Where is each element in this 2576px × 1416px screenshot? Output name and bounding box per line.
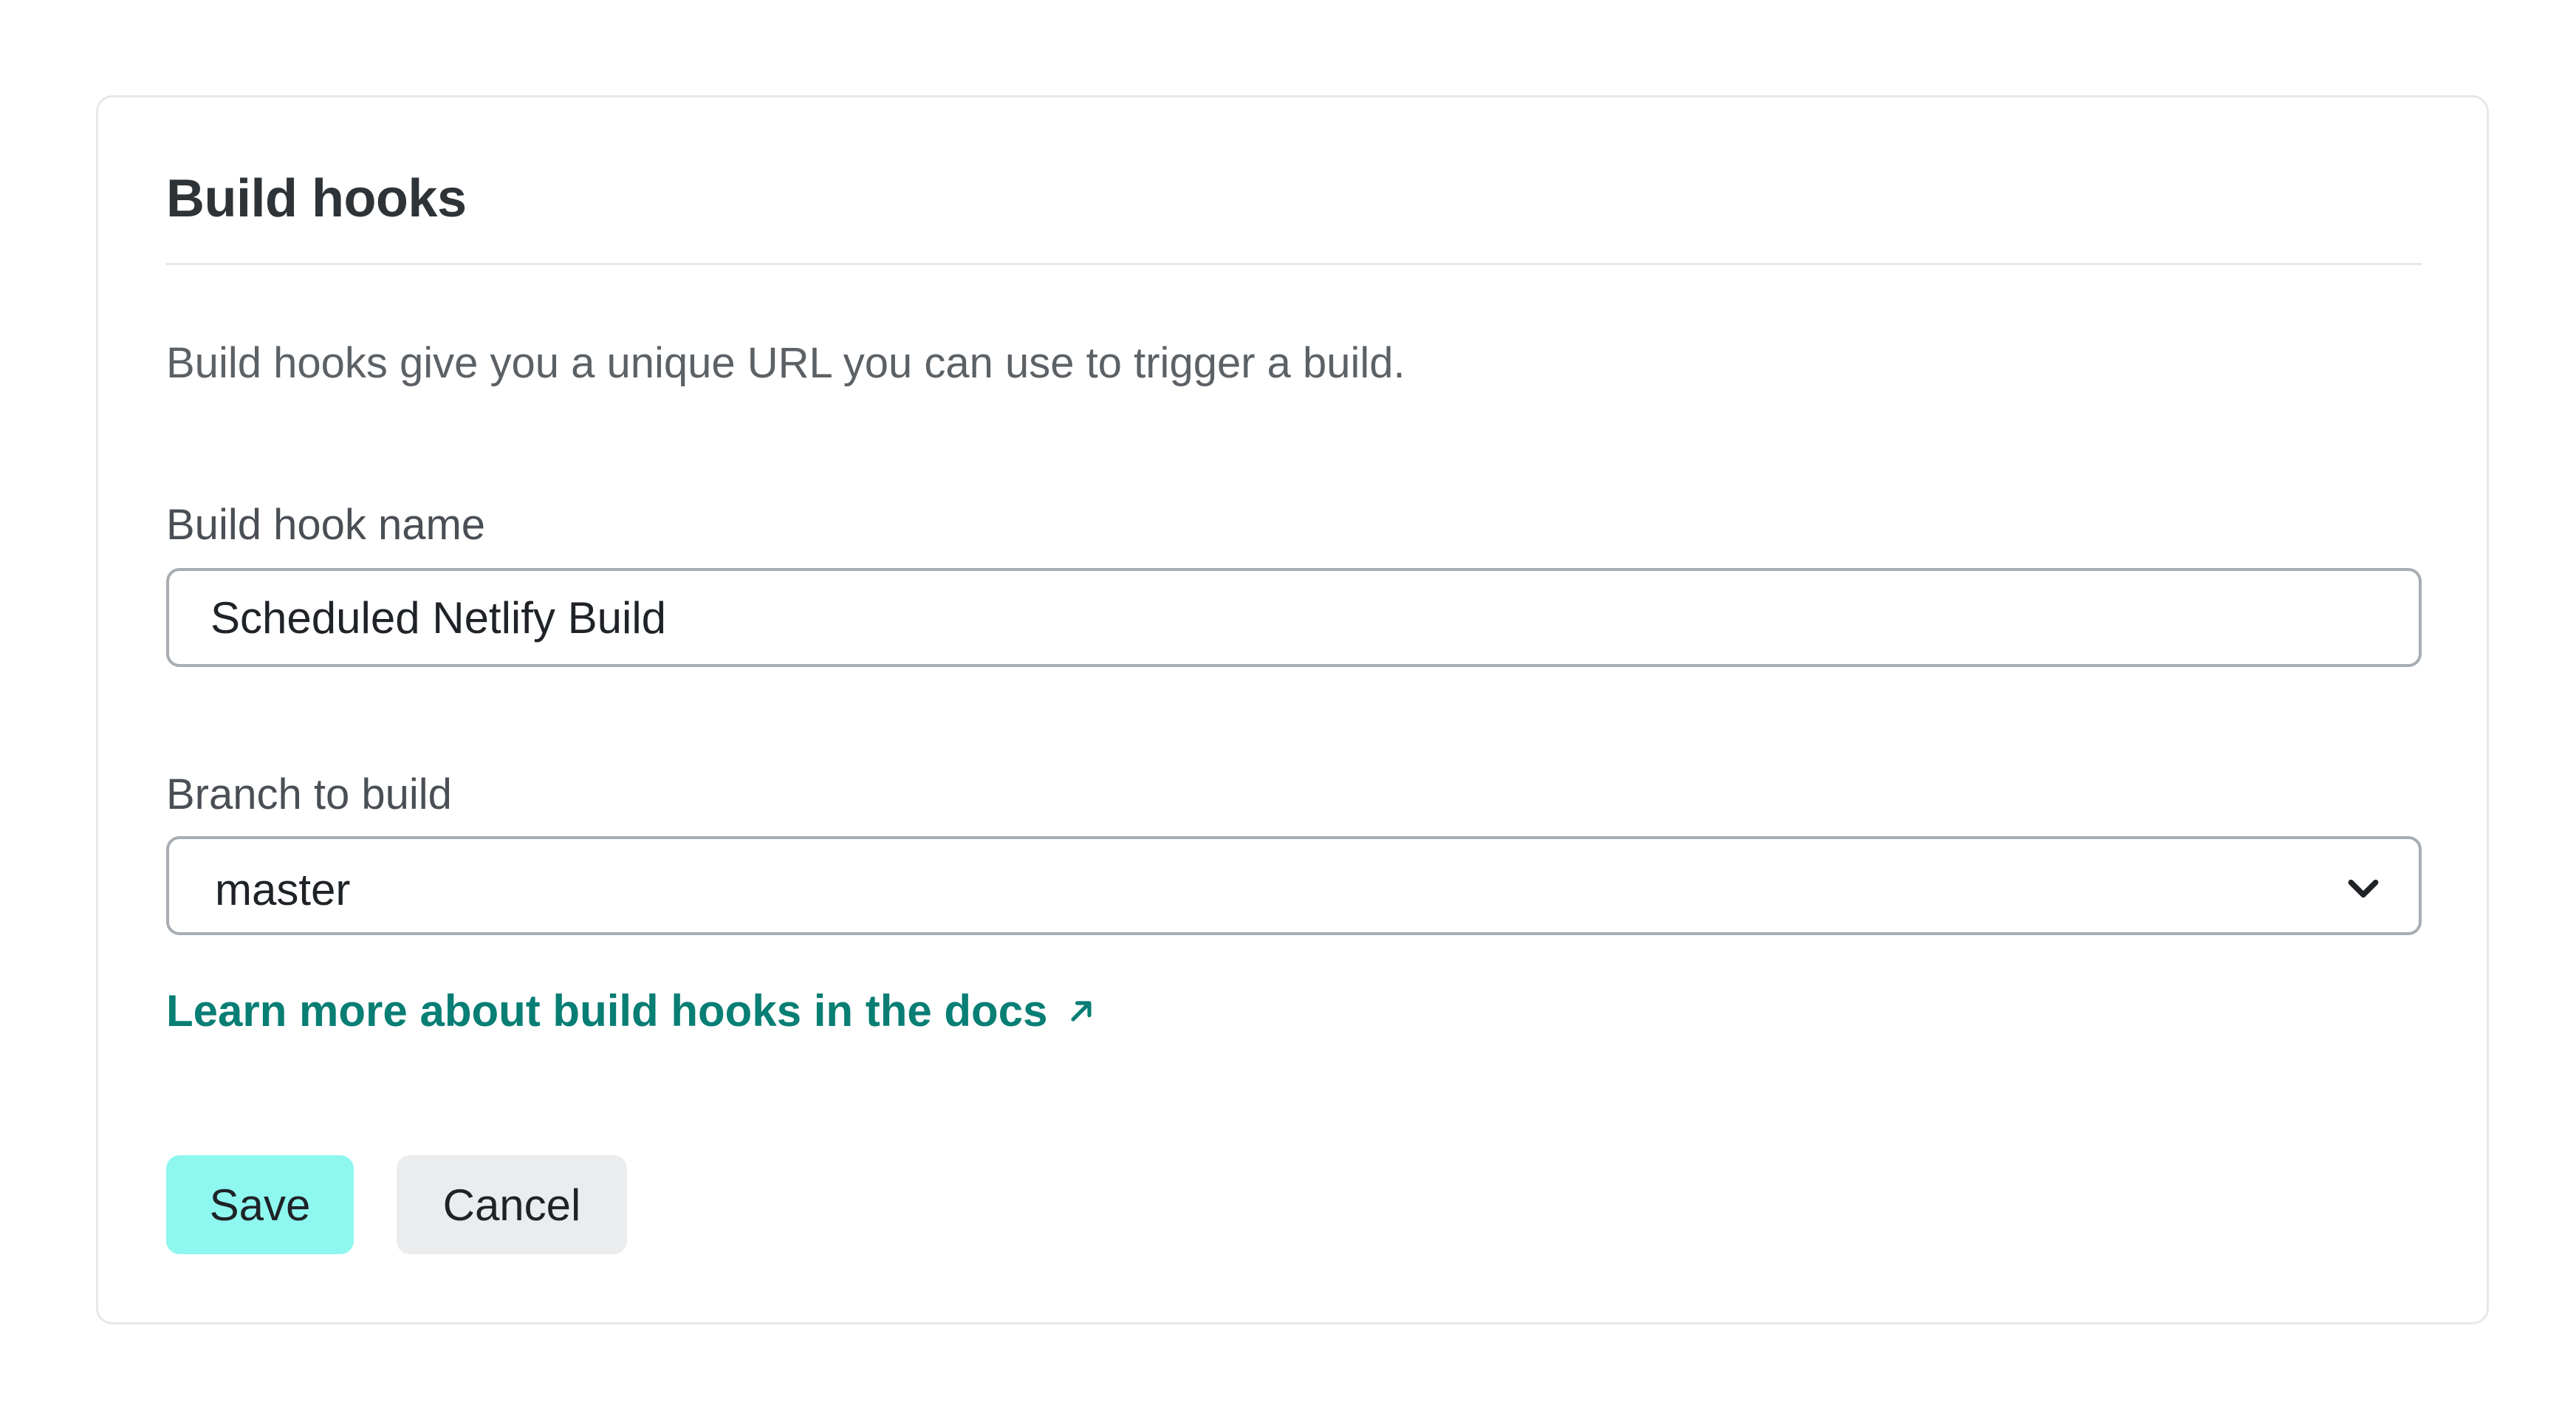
cancel-button[interactable]: Cancel — [397, 1155, 627, 1254]
card-description: Build hooks give you a unique URL you ca… — [166, 339, 1405, 387]
docs-link-label: Learn more about build hooks in the docs — [166, 986, 1048, 1036]
build-hook-name-label: Build hook name — [166, 501, 486, 549]
branch-select[interactable]: master — [166, 836, 2422, 935]
branch-select-value: master — [215, 865, 351, 914]
build-hook-name-input[interactable] — [166, 568, 2422, 667]
docs-link[interactable]: Learn more about build hooks in the docs — [166, 985, 1097, 1036]
branch-label: Branch to build — [166, 770, 452, 818]
external-arrow-icon — [1071, 1000, 1092, 1022]
save-button[interactable]: Save — [166, 1155, 354, 1254]
card-title: Build hooks — [166, 169, 467, 228]
card-content: Build hooks Build hooks give you a uniqu… — [166, 98, 2422, 1322]
build-hooks-card: Build hooks Build hooks give you a uniqu… — [96, 95, 2489, 1324]
title-divider — [166, 263, 2422, 265]
chevron-down-icon — [2348, 879, 2379, 898]
